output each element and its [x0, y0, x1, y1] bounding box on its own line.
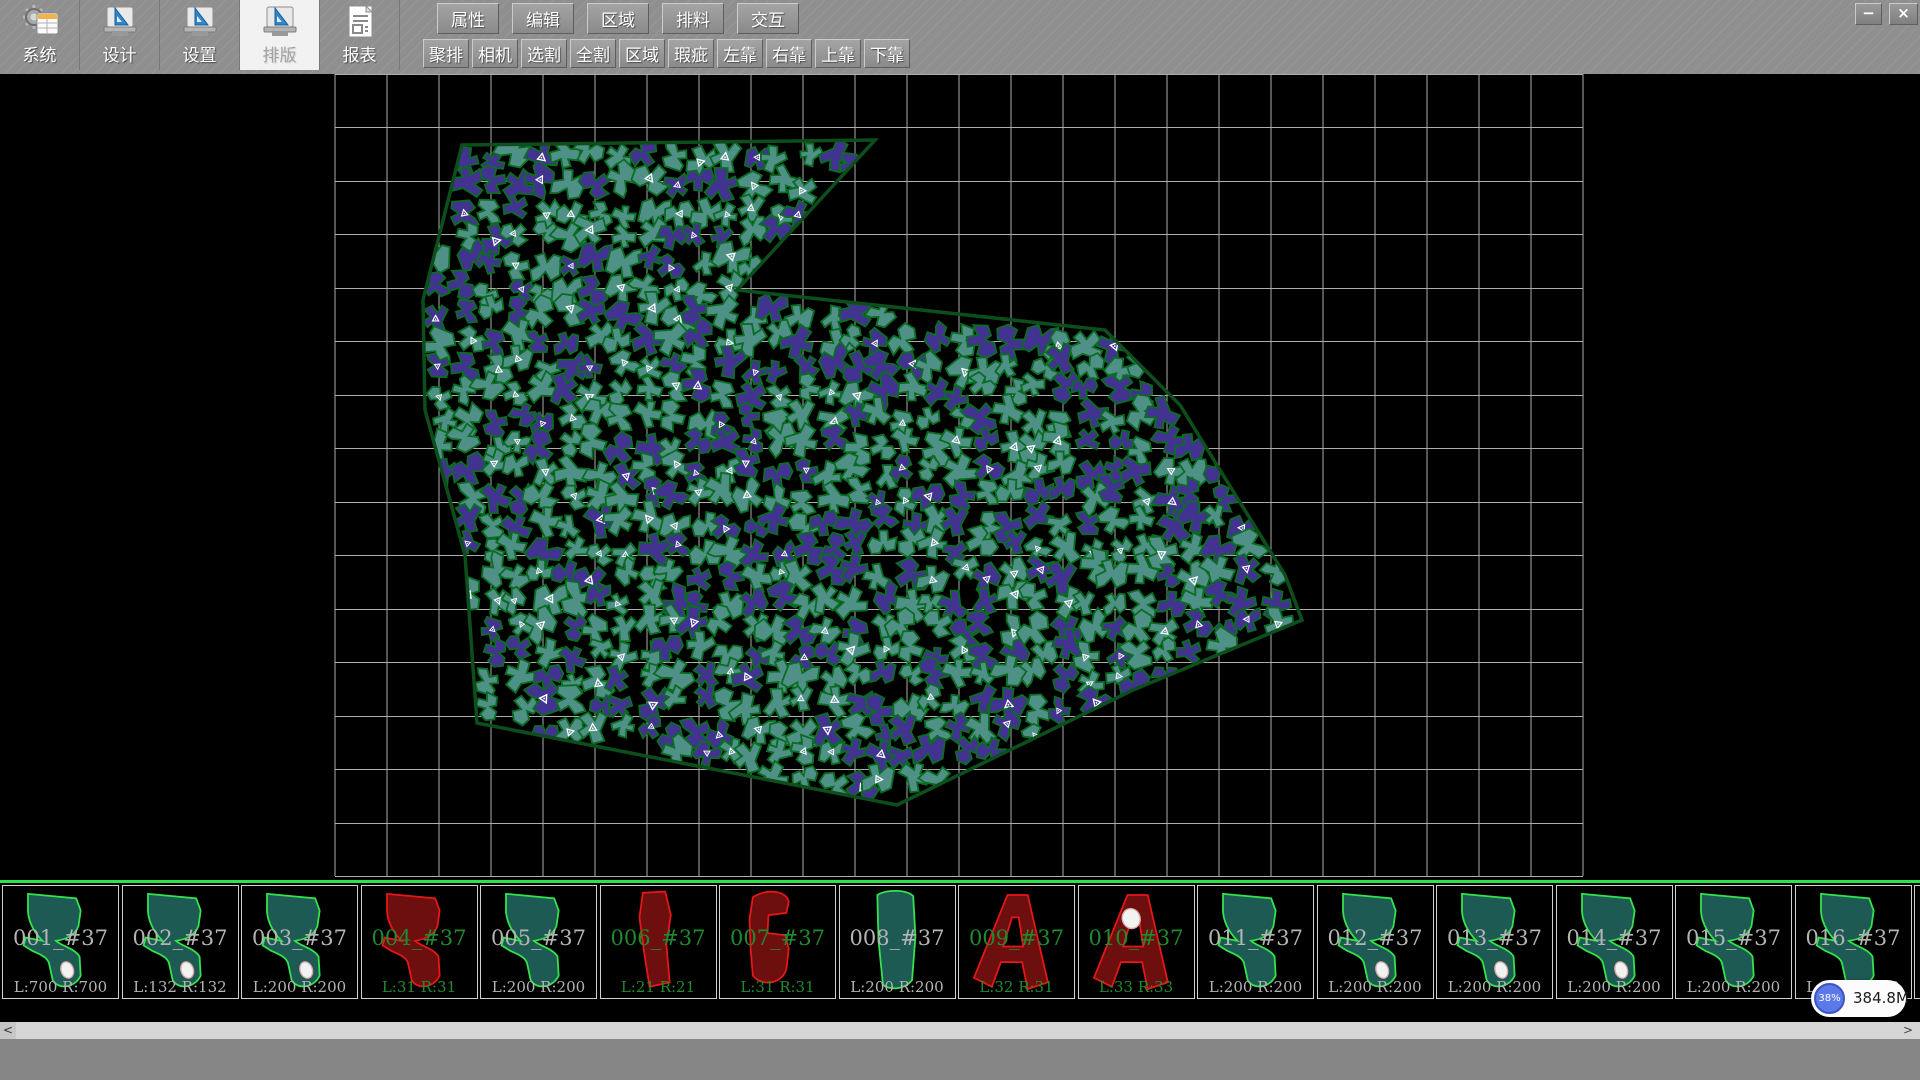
- part-lr-count: L:200 R:200: [1437, 978, 1552, 996]
- tool-button[interactable]: 聚排: [423, 39, 469, 68]
- part-thumbnail[interactable]: 005_#37 L:200 R:200: [480, 885, 597, 999]
- tool-button[interactable]: 左靠: [717, 39, 763, 68]
- part-thumbnail[interactable]: 003_#37 L:200 R:200: [241, 885, 358, 999]
- part-lr-count: L:32 R:31: [959, 978, 1074, 996]
- part-thumbnail[interactable]: 001_#37 L:700 R:700: [2, 885, 119, 999]
- app-window: 系统 设计 设置 排版 报表: [0, 0, 1920, 1080]
- part-id-label: 003_#37: [242, 926, 357, 950]
- ribbon-tab-label: 设置: [183, 41, 217, 66]
- part-thumbnail[interactable]: 012_#37 L:200 R:200: [1317, 885, 1434, 999]
- minimize-button[interactable]: −: [1855, 3, 1882, 25]
- part-id-label: 010_#37: [1079, 926, 1194, 950]
- horizontal-scrollbar[interactable]: < >: [0, 1022, 1920, 1039]
- memory-status-badge[interactable]: 38% 384.8M: [1811, 980, 1906, 1017]
- part-id-label: 004_#37: [362, 926, 477, 950]
- scroll-left-arrow-icon[interactable]: <: [0, 1022, 16, 1039]
- part-lr-count: L:700 R:700: [3, 978, 118, 996]
- ribbon-tab-report[interactable]: 报表: [320, 0, 400, 70]
- menu-button[interactable]: 排料: [662, 3, 724, 34]
- ribbon-tab-nesting[interactable]: 排版: [240, 0, 320, 70]
- part-id-label: 009_#37: [959, 926, 1074, 950]
- part-thumbnail[interactable]: 009_#37 L:32 R:31: [958, 885, 1075, 999]
- part-lr-count: L:200 R:200: [242, 978, 357, 996]
- nesting-canvas[interactable]: [0, 74, 1920, 880]
- progress-percent-badge: 38%: [1814, 983, 1845, 1014]
- tool-button[interactable]: 相机: [472, 39, 518, 68]
- part-id-label: 014_#37: [1557, 926, 1672, 950]
- menu-button[interactable]: 编辑: [512, 3, 574, 34]
- part-thumbnail[interactable]: 006_#37 L:21 R:21: [600, 885, 717, 999]
- tool-button[interactable]: 上靠: [815, 39, 861, 68]
- part-id-label: 002_#37: [123, 926, 238, 950]
- memory-usage-label: 384.8M: [1853, 980, 1909, 1017]
- part-id-label: 001_#37: [3, 926, 118, 950]
- tool-button[interactable]: 右靠: [766, 39, 812, 68]
- menu-button[interactable]: 区域: [587, 3, 649, 34]
- bottom-bar: [0, 1039, 1920, 1080]
- part-id-label: 008_#37: [840, 926, 955, 950]
- scroll-right-arrow-icon[interactable]: >: [1900, 1022, 1916, 1039]
- part-id-label: 013_#37: [1437, 926, 1552, 950]
- part-lr-count: L:200 R:200: [1557, 978, 1672, 996]
- nesting-ruler-icon: [260, 4, 300, 40]
- part-thumbnail[interactable]: 007_#37 L:31 R:31: [719, 885, 836, 999]
- part-id-label: 015_#37: [1676, 926, 1791, 950]
- part-id-label: 016_#37: [1796, 926, 1911, 950]
- ribbon-tab-label: 系统: [23, 41, 57, 66]
- menu-bar: 属性 编辑 区域 排料 交互: [437, 3, 799, 34]
- part-lr-count: L:200 R:200: [840, 978, 955, 996]
- part-thumbnail[interactable]: 011_#37 L:200 R:200: [1197, 885, 1314, 999]
- ribbon-tab-label: 排版: [263, 41, 297, 66]
- part-lr-count: L:31 R:31: [720, 978, 835, 996]
- part-lr-count: L:21 R:21: [601, 978, 716, 996]
- part-thumbnail[interactable]: 002_#37 L:132 R:132: [122, 885, 239, 999]
- part-thumbnail[interactable]: 014_#37 L:200 R:200: [1556, 885, 1673, 999]
- close-button[interactable]: ×: [1889, 3, 1918, 25]
- ribbon-tab-system[interactable]: 系统: [0, 0, 80, 70]
- part-lr-count: L:33 R:33: [1079, 978, 1194, 996]
- parts-thumbnail-strip: 001_#37 L:700 R:700 002_#37 L:132 R:132 …: [0, 883, 1920, 1002]
- part-thumbnail[interactable]: 010_#37 L:33 R:33: [1078, 885, 1195, 999]
- part-thumbnail[interactable]: 004_#37 L:31 R:31: [361, 885, 478, 999]
- tool-button-bar: 聚排 相机 选割 全割 区域 瑕疵 左靠 右靠 上靠 下靠: [423, 39, 910, 68]
- ribbon-tab-label: 设计: [103, 41, 137, 66]
- tool-button[interactable]: 下靠: [864, 39, 910, 68]
- part-thumbnail[interactable]: 008_#37 L:200 R:200: [839, 885, 956, 999]
- part-thumbnail[interactable]: 013_#37 L:200 R:200: [1436, 885, 1553, 999]
- design-ruler-icon: [100, 4, 140, 40]
- toolbar: 系统 设计 设置 排版 报表: [0, 0, 1920, 75]
- tool-button[interactable]: 瑕疵: [668, 39, 714, 68]
- tool-button[interactable]: 区域: [619, 39, 665, 68]
- menu-button[interactable]: 交互: [737, 3, 799, 34]
- ribbon-tab-settings[interactable]: 设置: [160, 0, 240, 70]
- part-shape: [1915, 886, 1920, 998]
- report-doc-icon: [340, 4, 380, 40]
- part-id-label: 012_#37: [1318, 926, 1433, 950]
- system-gear-icon: [20, 4, 60, 40]
- ribbon-tab-bar: 系统 设计 设置 排版 报表: [0, 0, 400, 70]
- part-lr-count: L:31 R:31: [362, 978, 477, 996]
- ribbon-tab-design[interactable]: 设计: [80, 0, 160, 70]
- part-id-label: 005_#37: [481, 926, 596, 950]
- part-lr-count: L:132 R:132: [123, 978, 238, 996]
- part-thumbnail[interactable]: 015_#37 L:200 R:200: [1675, 885, 1792, 999]
- nesting-drawing: [0, 74, 1920, 880]
- part-lr-count: L:200 R:200: [1318, 978, 1433, 996]
- part-id-label: 007_#37: [720, 926, 835, 950]
- part-lr-count: L:200 R:200: [1676, 978, 1791, 996]
- menu-button[interactable]: 属性: [437, 3, 499, 34]
- part-id-label: 011_#37: [1198, 926, 1313, 950]
- tool-button[interactable]: 全割: [570, 39, 616, 68]
- ribbon-tab-label: 报表: [343, 41, 377, 66]
- settings-ruler-icon: [180, 4, 220, 40]
- part-thumbnail[interactable]: [1914, 885, 1920, 999]
- tool-button[interactable]: 选割: [521, 39, 567, 68]
- part-id-label: 006_#37: [601, 926, 716, 950]
- part-lr-count: L:200 R:200: [481, 978, 596, 996]
- part-lr-count: L:200 R:200: [1198, 978, 1313, 996]
